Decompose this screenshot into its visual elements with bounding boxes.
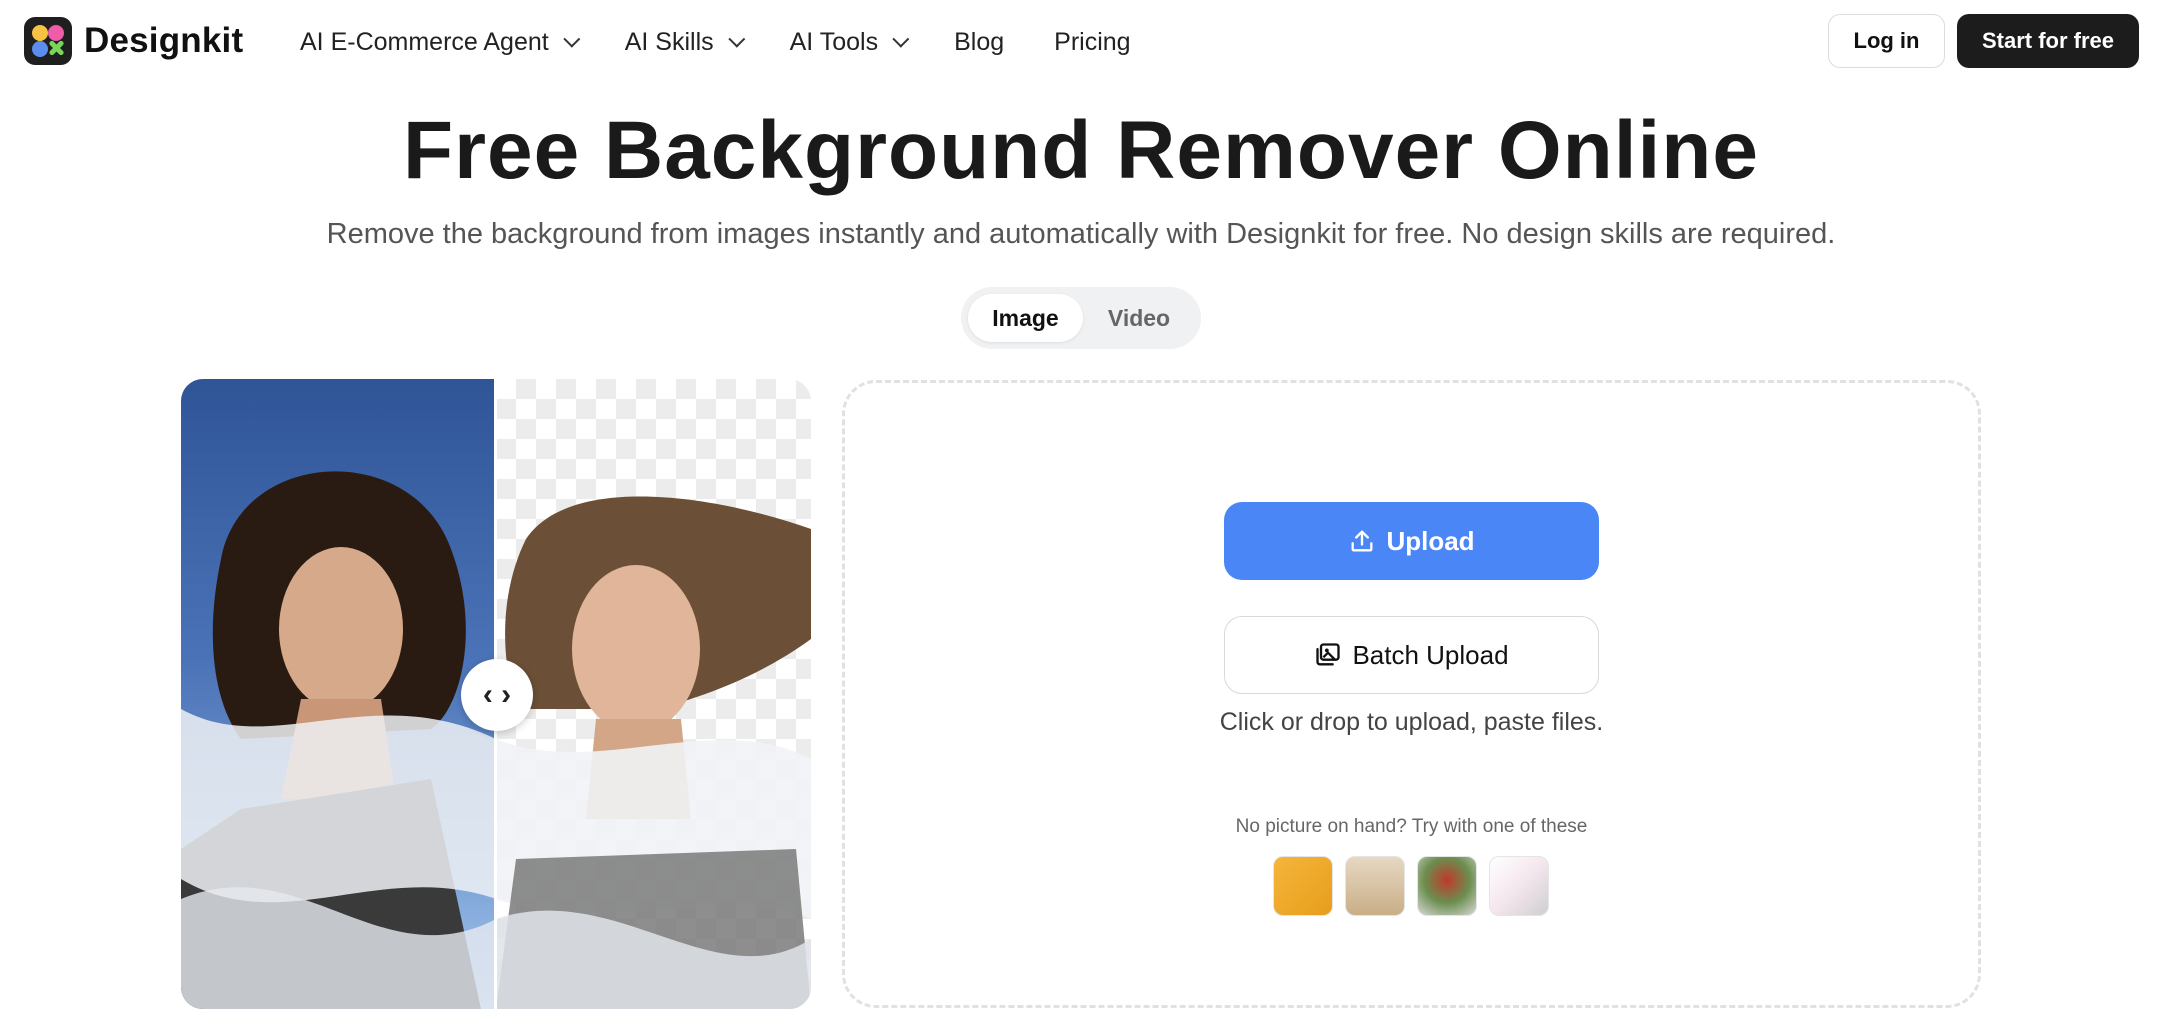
sample-perfume-thumbnail[interactable] [1273, 856, 1333, 916]
before-after-compare: ‹ › [181, 379, 811, 1009]
start-free-button[interactable]: Start for free [1957, 14, 2139, 68]
brand-logo[interactable]: Designkit [24, 17, 243, 65]
nav-ai-ecommerce-agent[interactable]: AI E-Commerce Agent [300, 27, 581, 57]
sample-fashion-thumbnail[interactable] [1489, 856, 1549, 916]
chevron-down-icon [727, 30, 745, 48]
sample-images [1273, 856, 1561, 916]
nav-ai-skills[interactable]: AI Skills [624, 27, 745, 57]
upload-icon [1351, 530, 1373, 552]
upload-button[interactable]: Upload [1224, 502, 1599, 580]
login-button[interactable]: Log in [1828, 14, 1945, 68]
page-title: Free Background Remover Online [402, 105, 1759, 196]
nav-label: AI Skills [624, 27, 714, 56]
tab-image[interactable]: Image [968, 294, 1083, 342]
nav-pricing[interactable]: Pricing [1054, 28, 1130, 57]
batch-upload-button[interactable]: Batch Upload [1224, 616, 1599, 694]
logo-icon [24, 17, 72, 65]
page-subtitle: Remove the background from images instan… [326, 218, 1836, 250]
nav-label: Pricing [1054, 27, 1131, 56]
drop-hint: Click or drop to upload, paste files. [1219, 708, 1604, 736]
nav-blog[interactable]: Blog [954, 28, 1004, 57]
cutout-image [496, 379, 811, 1009]
compare-drag-handle[interactable]: ‹ › [461, 659, 533, 731]
chevron-down-icon [563, 30, 581, 48]
nav-label: Blog [954, 27, 1005, 56]
nav-ai-tools[interactable]: AI Tools [789, 27, 910, 57]
upload-label: Upload [1386, 525, 1475, 556]
original-portrait-illustration [181, 471, 496, 1009]
main-nav: AI E-Commerce Agent AI Skills AI Tools B… [300, 0, 1181, 84]
cutout-portrait-illustration [496, 496, 811, 1009]
original-image [181, 379, 496, 1009]
sample-dress-thumbnail[interactable] [1345, 856, 1405, 916]
chevron-down-icon [892, 30, 910, 48]
nav-label: AI Tools [789, 27, 879, 56]
batch-upload-label: Batch Upload [1352, 639, 1509, 670]
nav-label: AI E-Commerce Agent [300, 27, 549, 56]
tab-video[interactable]: Video [1083, 294, 1195, 342]
sample-prompt: No picture on hand? Try with one of thes… [1235, 816, 1588, 837]
batch-images-icon [1316, 643, 1341, 666]
media-type-toggle: Image Video [961, 287, 1201, 349]
site-header: Designkit AI E-Commerce Agent AI Skills … [0, 0, 2162, 84]
sample-flowers-thumbnail[interactable] [1417, 856, 1477, 916]
brand-name: Designkit [84, 21, 244, 60]
